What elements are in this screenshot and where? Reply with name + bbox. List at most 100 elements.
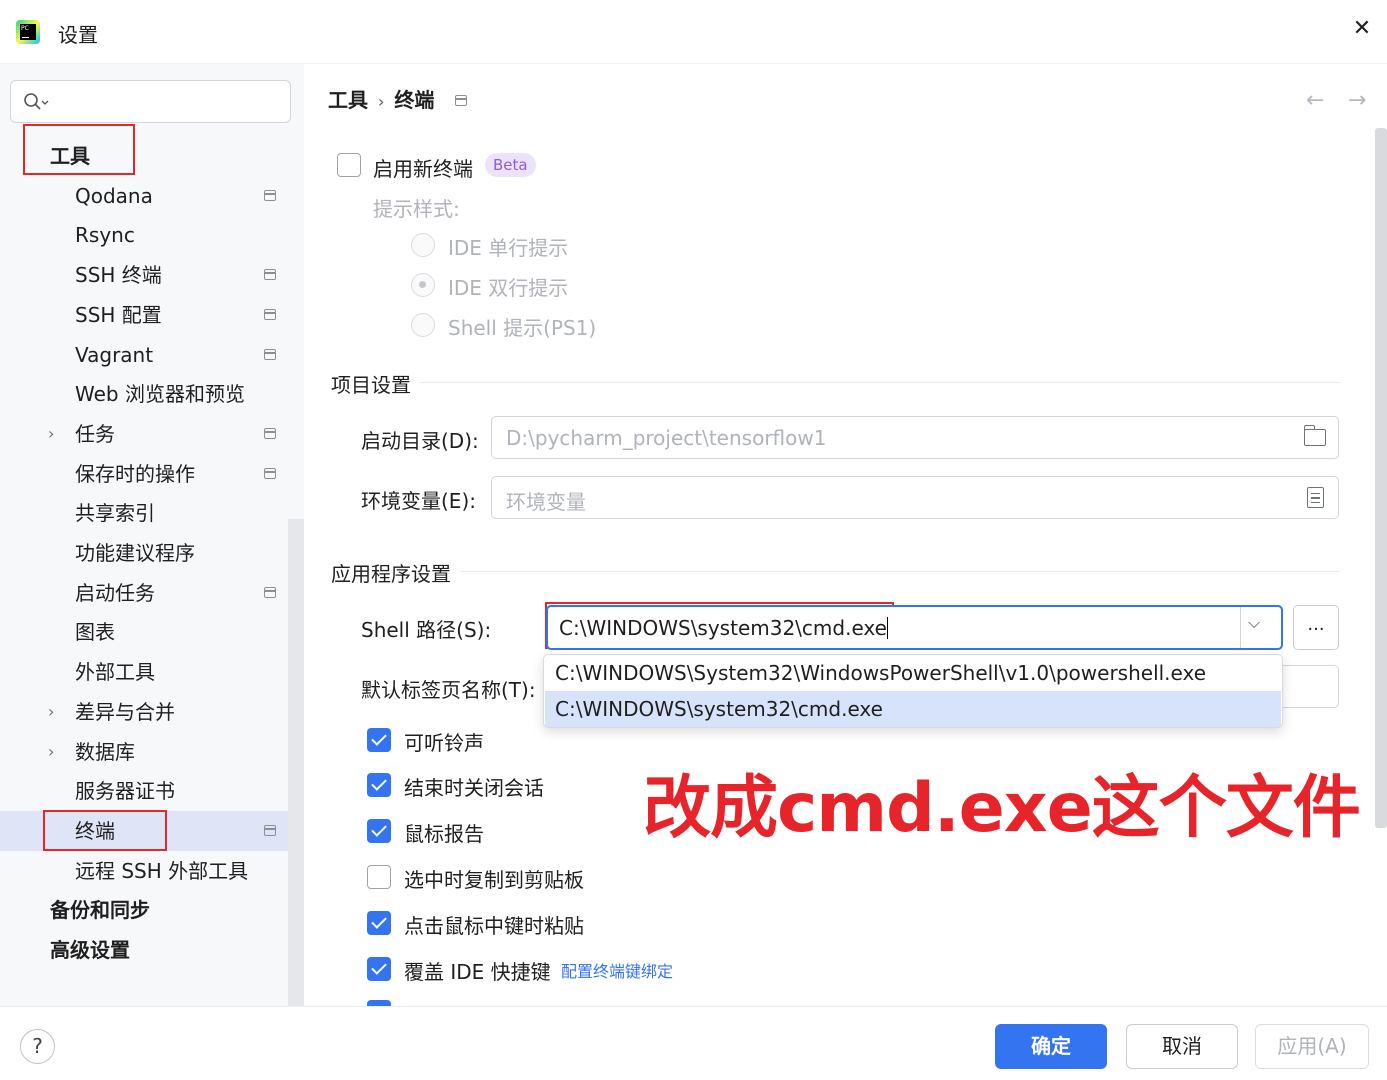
prompt-shell-radio[interactable]: [411, 313, 435, 337]
chevron-right-icon[interactable]: ›: [48, 732, 54, 772]
sidebar-item-label: 高级设置: [50, 938, 130, 962]
project-level-icon: [264, 825, 276, 836]
browse-shell-button[interactable]: ...: [1293, 605, 1339, 650]
sidebar-item[interactable]: 共享索引: [0, 493, 288, 533]
project-settings-heading: 项目设置: [331, 373, 411, 397]
pycharm-app-icon: PC: [16, 20, 40, 44]
breadcrumb-parent[interactable]: 工具: [328, 88, 368, 112]
default-tab-name-label: 默认标签页名称(T):: [361, 678, 536, 702]
sidebar-item[interactable]: SSH 终端: [0, 255, 288, 295]
sidebar-item[interactable]: SSH 配置: [0, 295, 288, 335]
project-level-icon: [264, 587, 276, 598]
sidebar-item[interactable]: 图表: [0, 612, 288, 652]
override-shortcuts-checkbox[interactable]: [367, 957, 391, 981]
project-level-icon: [264, 309, 276, 320]
sidebar-item[interactable]: 高级设置: [0, 930, 288, 970]
sidebar-item[interactable]: 保存时的操作: [0, 454, 288, 494]
main-scrollbar[interactable]: [1375, 128, 1387, 828]
sidebar-item[interactable]: 启动任务: [0, 573, 288, 613]
start-dir-field[interactable]: D:\pycharm_project\tensorflow1: [491, 416, 1339, 459]
folder-icon[interactable]: [1303, 425, 1326, 446]
edit-env-icon[interactable]: [1307, 487, 1324, 508]
sidebar-item-label: 远程 SSH 外部工具: [75, 859, 249, 883]
sidebar-item[interactable]: 服务器证书: [0, 771, 288, 811]
keybinding-link[interactable]: 配置终端键绑定: [561, 958, 673, 982]
close-session-label: 结束时关闭会话: [404, 776, 544, 800]
close-icon[interactable]: ✕: [1351, 18, 1373, 40]
prompt-ide-double-label: IDE 双行提示: [448, 276, 569, 300]
sidebar-item-label: 数据库: [75, 740, 135, 764]
close-session-checkbox[interactable]: [367, 773, 391, 797]
sidebar-item[interactable]: 外部工具: [0, 652, 288, 692]
middle-click-paste-checkbox[interactable]: [367, 911, 391, 935]
sidebar-item[interactable]: Web 浏览器和预览: [0, 374, 288, 414]
prompt-ide-double-radio[interactable]: [411, 273, 435, 297]
sidebar-item-label: Web 浏览器和预览: [75, 382, 245, 406]
prompt-ide-single-radio[interactable]: [411, 233, 435, 257]
project-level-icon: [264, 468, 276, 479]
dropdown-option-powershell[interactable]: C:\WINDOWS\System32\WindowsPowerShell\v1…: [545, 655, 1281, 691]
section-divider: [420, 382, 1340, 383]
sidebar-item-label: 功能建议程序: [75, 541, 195, 565]
override-shortcuts-label: 覆盖 IDE 快捷键: [404, 960, 551, 984]
sidebar-scrollbar[interactable]: [288, 519, 304, 1006]
default-tab-name-field[interactable]: [1283, 665, 1339, 708]
shell-path-dropdown: C:\WINDOWS\System32\WindowsPowerShell\v1…: [543, 654, 1283, 728]
sidebar-item-label: 共享索引: [75, 501, 155, 525]
sidebar-item-label: 终端: [75, 819, 115, 843]
env-vars-placeholder: 环境变量: [506, 490, 586, 514]
settings-search-box[interactable]: [10, 80, 291, 123]
sidebar-item-label: SSH 配置: [75, 303, 162, 327]
settings-search-input[interactable]: [55, 89, 275, 115]
sidebar-item[interactable]: 终端: [0, 811, 304, 851]
breadcrumb-current: 终端: [394, 88, 435, 112]
sidebar-item[interactable]: › 任务: [0, 414, 288, 454]
audible-bell-checkbox[interactable]: [367, 728, 391, 752]
shell-path-combobox[interactable]: C:\WINDOWS\system32\cmd.exe ⌵: [546, 605, 1283, 650]
sidebar-item[interactable]: Vagrant: [0, 335, 288, 375]
dropdown-option-cmd[interactable]: C:\WINDOWS\system32\cmd.exe: [545, 691, 1281, 727]
sidebar-item[interactable]: 功能建议程序: [0, 533, 288, 573]
sidebar-item[interactable]: Qodana: [0, 176, 288, 216]
sidebar-item-label: 保存时的操作: [75, 462, 195, 486]
sidebar-item-label: 工具: [50, 144, 90, 168]
sidebar-item-label: Rsync: [75, 223, 135, 247]
shell-path-value[interactable]: C:\WINDOWS\system32\cmd.exe: [559, 616, 887, 640]
sidebar-item-label: 外部工具: [75, 660, 155, 684]
search-icon: [24, 93, 49, 110]
project-level-icon: [264, 269, 276, 280]
new-terminal-checkbox[interactable]: [337, 153, 361, 177]
combobox-divider: [1240, 607, 1241, 648]
new-terminal-label: 启用新终端: [373, 157, 473, 181]
ok-button[interactable]: 确定: [995, 1024, 1107, 1069]
chevron-right-icon[interactable]: ›: [48, 414, 54, 454]
sidebar-item[interactable]: › 差异与合并: [0, 692, 288, 732]
sidebar-item[interactable]: Rsync: [0, 215, 288, 255]
back-arrow-icon[interactable]: ←: [1306, 88, 1324, 113]
mouse-reporting-checkbox[interactable]: [367, 819, 391, 843]
settings-sidebar: 工具 Qodana Rsync SSH 终端 SSH 配置 Vagrant Web 浏览器和…: [0, 64, 304, 1006]
sidebar-item-label: 备份和同步: [50, 898, 150, 922]
title-bar: PC 设置 ✕: [0, 0, 1387, 64]
help-icon[interactable]: ?: [20, 1029, 55, 1064]
sidebar-item-label: 图表: [75, 620, 115, 644]
sidebar-item-label: SSH 终端: [75, 263, 162, 287]
env-vars-field[interactable]: 环境变量: [491, 476, 1339, 519]
forward-arrow-icon[interactable]: →: [1348, 88, 1366, 113]
apply-button[interactable]: 应用(A): [1255, 1024, 1369, 1069]
sidebar-item[interactable]: 工具: [0, 136, 288, 176]
sidebar-item[interactable]: 远程 SSH 外部工具: [0, 851, 288, 891]
chevron-down-icon[interactable]: ⌵: [1248, 613, 1260, 633]
sidebar-item-label: Qodana: [75, 184, 153, 208]
sidebar-item[interactable]: 备份和同步: [0, 890, 288, 930]
project-level-icon: [264, 190, 276, 201]
prompt-shell-label: Shell 提示(PS1): [448, 316, 597, 340]
project-level-icon: [455, 95, 467, 106]
sidebar-item[interactable]: › 数据库: [0, 732, 288, 772]
text-caret: [886, 617, 889, 639]
window-title: 设置: [58, 23, 98, 47]
sidebar-item-label: 任务: [75, 422, 115, 446]
chevron-right-icon[interactable]: ›: [48, 692, 54, 732]
cancel-button[interactable]: 取消: [1126, 1024, 1238, 1069]
copy-on-select-checkbox[interactable]: [367, 865, 391, 889]
